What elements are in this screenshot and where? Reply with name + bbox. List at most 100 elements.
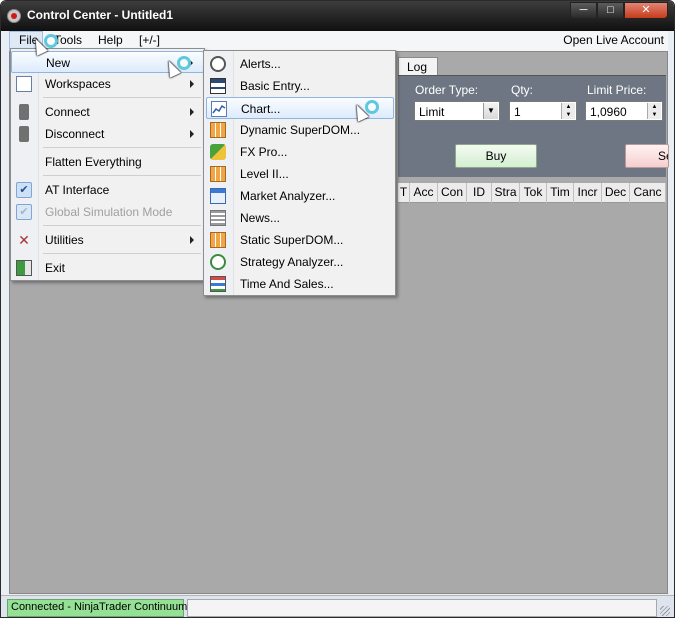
minimize-button[interactable]: ─ <box>570 2 597 19</box>
grid-column-header[interactable]: Acc <box>410 183 438 203</box>
order-type-label: Order Type: <box>415 83 479 97</box>
menu-item-label: Alerts... <box>240 57 281 71</box>
check-icon: ✔ <box>16 182 32 198</box>
qty-stepper[interactable]: 1 ▲ ▼ <box>509 101 577 121</box>
menu-item-label: Static SuperDOM... <box>240 233 344 247</box>
grid-column-header[interactable]: Stra <box>492 183 520 203</box>
check-icon: ✔ <box>16 204 32 220</box>
connect-icon <box>19 104 29 120</box>
alarm-clock-icon <box>210 56 226 72</box>
spin-arrows-icon[interactable]: ▲ ▼ <box>561 103 575 119</box>
resize-grip-icon[interactable] <box>660 606 670 616</box>
grid-column-header[interactable]: Canc <box>630 183 666 203</box>
spin-arrows-icon[interactable]: ▲ ▼ <box>647 103 661 119</box>
fx-pro-icon <box>210 144 226 160</box>
status-bar: Connected - NinjaTrader Continuum <box>1 595 674 617</box>
menu-item-label: Global Simulation Mode <box>45 205 173 219</box>
disconnect-icon <box>19 126 29 142</box>
submenu-arrow-icon <box>190 236 194 244</box>
orders-grid-header: T Acc Con ID Stra Tok Tim Incr Dec Canc <box>398 183 666 203</box>
chevron-down-icon[interactable]: ▼ <box>483 103 498 119</box>
exit-icon <box>16 260 32 276</box>
news-icon <box>210 210 226 226</box>
menu-item-level-two[interactable]: Level II... <box>206 163 394 185</box>
superdom-icon <box>210 122 226 138</box>
limit-price-stepper[interactable]: 1,0960 ▲ ▼ <box>585 101 663 121</box>
menu-expand-collapse[interactable]: [+/-] <box>139 33 160 47</box>
order-type-value: Limit <box>419 105 445 119</box>
menu-item-label: Flatten Everything <box>45 155 142 169</box>
qty-label: Qty: <box>511 83 534 97</box>
sell-button[interactable]: Se <box>625 144 669 168</box>
utilities-icon: ✕ <box>18 232 30 248</box>
menu-item-alerts[interactable]: Alerts... <box>206 53 394 75</box>
menu-item-label: Level II... <box>240 167 289 181</box>
grid-column-header[interactable]: Incr <box>574 183 602 203</box>
menu-item-static-superdom[interactable]: Static SuperDOM... <box>206 229 394 251</box>
menu-item-strategy-analyzer[interactable]: Strategy Analyzer... <box>206 251 394 273</box>
menu-separator <box>43 225 201 226</box>
grid-column-header[interactable]: ID <box>467 183 492 203</box>
title-bar[interactable]: Control Center - Untitled1 ─ □ ✕ <box>1 1 674 31</box>
grid-column-header[interactable]: Tim <box>547 183 574 203</box>
level-two-icon <box>210 166 226 182</box>
new-submenu: Alerts... Basic Entry... Chart... Dynami… <box>203 50 396 296</box>
connection-status: Connected - NinjaTrader Continuum <box>7 599 187 617</box>
menu-item-label: FX Pro... <box>240 145 288 159</box>
menu-item-connect[interactable]: Connect <box>11 101 204 123</box>
menu-item-utilities[interactable]: ✕ Utilities <box>11 229 204 251</box>
time-and-sales-icon <box>210 276 226 292</box>
menu-separator <box>43 147 201 148</box>
strategy-analyzer-icon <box>210 254 226 270</box>
open-live-account-link[interactable]: Open Live Account <box>563 33 664 47</box>
ninjatrader-logo-icon <box>7 9 21 23</box>
grid-column-header[interactable]: Con <box>438 183 467 203</box>
basic-entry-icon <box>210 78 226 94</box>
buy-button[interactable]: Buy <box>455 144 537 168</box>
menu-item-label: News... <box>240 211 281 225</box>
menu-item-global-simulation-mode: ✔ Global Simulation Mode <box>11 201 204 223</box>
menu-item-label: Strategy Analyzer... <box>240 255 344 269</box>
menu-item-news[interactable]: News... <box>206 207 394 229</box>
limit-price-label: Limit Price: <box>587 83 647 97</box>
menu-item-label: Disconnect <box>45 127 105 141</box>
qty-value: 1 <box>514 105 521 119</box>
menu-separator <box>43 175 201 176</box>
busy-spinner-icon <box>365 100 379 114</box>
menu-item-label: Exit <box>45 261 66 275</box>
menu-help[interactable]: Help <box>98 33 123 47</box>
limit-price-value: 1,0960 <box>590 105 627 119</box>
maximize-button[interactable]: □ <box>597 2 624 19</box>
submenu-arrow-icon <box>190 80 194 88</box>
menu-item-workspaces[interactable]: Workspaces <box>11 73 204 95</box>
status-message-field <box>187 599 657 617</box>
menu-item-time-and-sales[interactable]: Time And Sales... <box>206 273 394 295</box>
grid-column-header[interactable]: Dec <box>602 183 630 203</box>
tab-log[interactable]: Log <box>398 57 438 75</box>
menu-item-fx-pro[interactable]: FX Pro... <box>206 141 394 163</box>
grid-column-header[interactable]: Tok <box>520 183 547 203</box>
close-button[interactable]: ✕ <box>624 2 668 19</box>
menu-item-dynamic-superdom[interactable]: Dynamic SuperDOM... <box>206 119 394 141</box>
grid-column-header[interactable]: T <box>398 183 410 203</box>
file-menu: New Workspaces Connect Disconnect Flatte… <box>10 48 205 281</box>
menu-item-label: AT Interface <box>45 183 110 197</box>
window-controls: ─ □ ✕ <box>570 2 668 19</box>
menu-item-at-interface[interactable]: ✔ AT Interface <box>11 179 204 201</box>
market-analyzer-icon <box>210 188 226 204</box>
menu-item-label: Time And Sales... <box>240 277 334 291</box>
menu-item-label: Connect <box>45 105 90 119</box>
chart-icon <box>211 101 227 117</box>
menu-item-flatten-everything[interactable]: Flatten Everything <box>11 151 204 173</box>
order-type-select[interactable]: Limit ▼ <box>414 101 500 121</box>
menu-item-disconnect[interactable]: Disconnect <box>11 123 204 145</box>
menu-item-market-analyzer[interactable]: Market Analyzer... <box>206 185 394 207</box>
workspaces-icon <box>16 76 32 92</box>
menu-separator <box>43 253 201 254</box>
menu-item-label: New <box>46 56 71 70</box>
busy-spinner-icon <box>44 34 58 48</box>
menu-item-basic-entry[interactable]: Basic Entry... <box>206 75 394 97</box>
menu-tools[interactable]: Tools <box>54 33 82 47</box>
menu-item-label: Chart... <box>241 102 281 116</box>
menu-item-exit[interactable]: Exit <box>11 257 204 279</box>
